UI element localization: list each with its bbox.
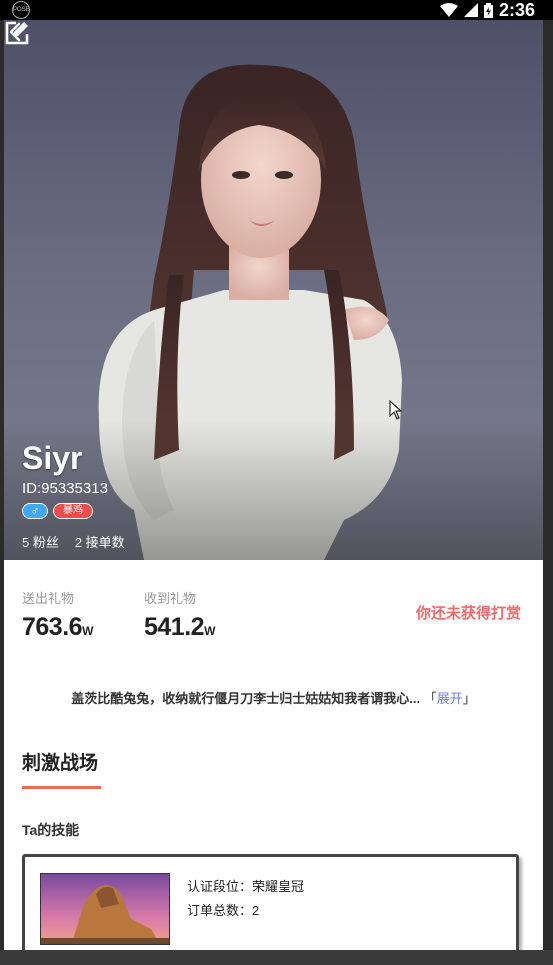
bottom-bar [0, 950, 553, 965]
reward-status: 你还未获得打赏 [415, 605, 521, 622]
received-gifts-value: 541.2W [144, 613, 215, 642]
received-gifts-label: 收到礼物 [144, 591, 197, 606]
sent-gifts-stat: 送出礼物 763.6W [22, 588, 93, 642]
bio-expand-link[interactable]: 展开 [437, 691, 463, 706]
bio-close-bracket: 」 [462, 691, 476, 706]
wifi-icon [439, 3, 458, 17]
section-underline [22, 786, 101, 789]
gift-stats: 送出礼物 763.6W 收到礼物 541.2W 你还未获得打赏 [4, 560, 543, 660]
mouse-cursor-icon [389, 400, 403, 420]
clock: 2:36 [498, 0, 535, 20]
fans-count[interactable]: 5 粉丝 [22, 532, 59, 551]
profile-counts: 5 粉丝 2 接单数 [22, 532, 125, 551]
sent-gifts-unit: W [82, 624, 93, 638]
edit-profile-button[interactable] [4, 20, 30, 46]
skill-rank: 认证段位：荣耀皇冠 [187, 879, 305, 894]
profile-cover-photo: Siyr ID:95335313 ♂ 暴鸡 5 粉丝 2 接单数 [4, 20, 543, 560]
skill-info: 认证段位：荣耀皇冠 订单总数：2 [187, 875, 304, 923]
battery-icon [483, 2, 493, 18]
skills-heading: Ta的技能 [22, 822, 80, 838]
skill-orders: 订单总数：2 [187, 903, 260, 918]
signal-icon [463, 3, 478, 17]
received-gifts-number: 541.2 [144, 613, 205, 641]
bio-text: 盖茨比酷兔兔，收纳就行偃月刀李士归士姑姑知我者谓我心... [71, 691, 421, 706]
profile-screen: Siyr ID:95335313 ♂ 暴鸡 5 粉丝 2 接单数 送出礼物 76… [4, 20, 543, 950]
received-gifts-unit: W [204, 624, 215, 638]
sent-gifts-label: 送出礼物 [22, 591, 75, 606]
skill-card[interactable]: 认证段位：荣耀皇冠 订单总数：2 [22, 854, 519, 950]
profile-name: Siyr [22, 440, 83, 476]
bio: 盖茨比酷兔兔，收纳就行偃月刀李士归士姑姑知我者谓我心... 「展开」 [4, 688, 543, 707]
profile-id: ID:95335313 [22, 480, 108, 497]
status-bar: POSE 2:36 [0, 0, 553, 20]
received-gifts-stat: 收到礼物 541.2W [144, 588, 215, 642]
sent-gifts-value: 763.6W [22, 613, 93, 642]
gender-badge: ♂ [22, 503, 48, 519]
game-section-title[interactable]: 刺激战场 [22, 748, 98, 775]
role-badge: 暴鸡 [53, 503, 93, 519]
skill-thumbnail [40, 873, 170, 945]
orders-count: 2 接单数 [74, 535, 125, 550]
sphinx-image [41, 874, 169, 944]
app-logo-icon: POSE [12, 1, 30, 19]
sent-gifts-number: 763.6 [22, 613, 83, 641]
bio-open-bracket: 「 [423, 691, 437, 706]
profile-badges: ♂ 暴鸡 [22, 503, 93, 519]
